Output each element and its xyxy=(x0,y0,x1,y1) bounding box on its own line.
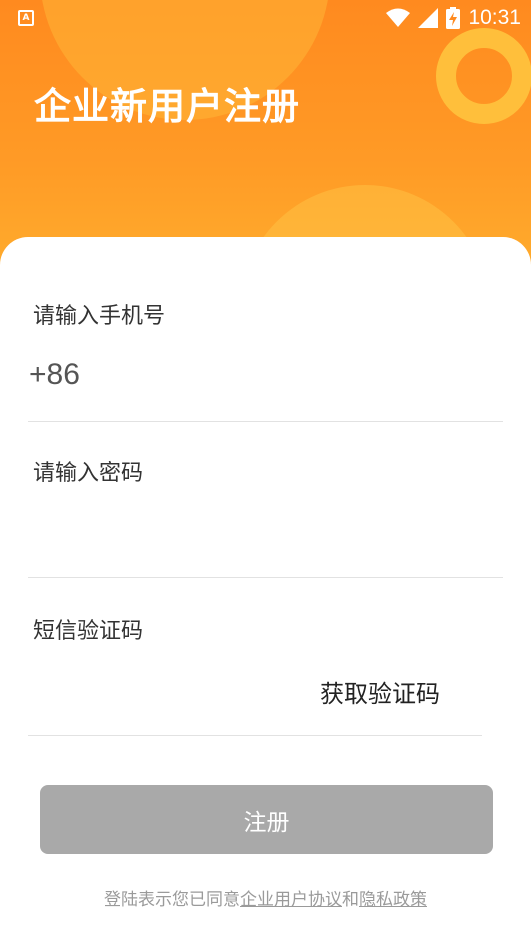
sms-code-divider xyxy=(28,735,482,736)
agreement-prefix: 登陆表示您已同意 xyxy=(104,890,240,910)
privacy-policy-link[interactable]: 隐私政策 xyxy=(359,890,427,910)
sms-code-input[interactable] xyxy=(28,660,308,726)
register-button[interactable]: 注册 xyxy=(40,785,493,854)
get-code-button[interactable]: 获取验证码 xyxy=(320,674,440,709)
phone-divider xyxy=(28,421,503,422)
agreement-text: 登陆表示您已同意企业用户协议和隐私政策 xyxy=(0,885,531,910)
signal-icon xyxy=(418,8,439,28)
password-divider xyxy=(28,577,503,578)
phone-label: 请输入手机号 xyxy=(33,304,166,329)
page-title: 企业新用户注册 xyxy=(34,85,300,128)
phone-input[interactable]: +86 xyxy=(29,358,80,392)
wifi-icon xyxy=(386,8,411,27)
status-indicators: 10:31 xyxy=(386,6,521,30)
sms-code-label: 短信验证码 xyxy=(33,619,144,644)
agreement-conjunction: 和 xyxy=(342,890,359,910)
user-agreement-link[interactable]: 企业用户协议 xyxy=(240,890,342,910)
status-time: 10:31 xyxy=(468,6,521,29)
battery-charging-icon xyxy=(446,7,461,29)
status-bar: A 10:31 xyxy=(0,0,531,36)
password-label: 请输入密码 xyxy=(33,461,144,486)
password-input[interactable] xyxy=(28,500,503,570)
decorative-ring xyxy=(436,28,531,124)
app-notification-icon: A xyxy=(18,10,34,26)
